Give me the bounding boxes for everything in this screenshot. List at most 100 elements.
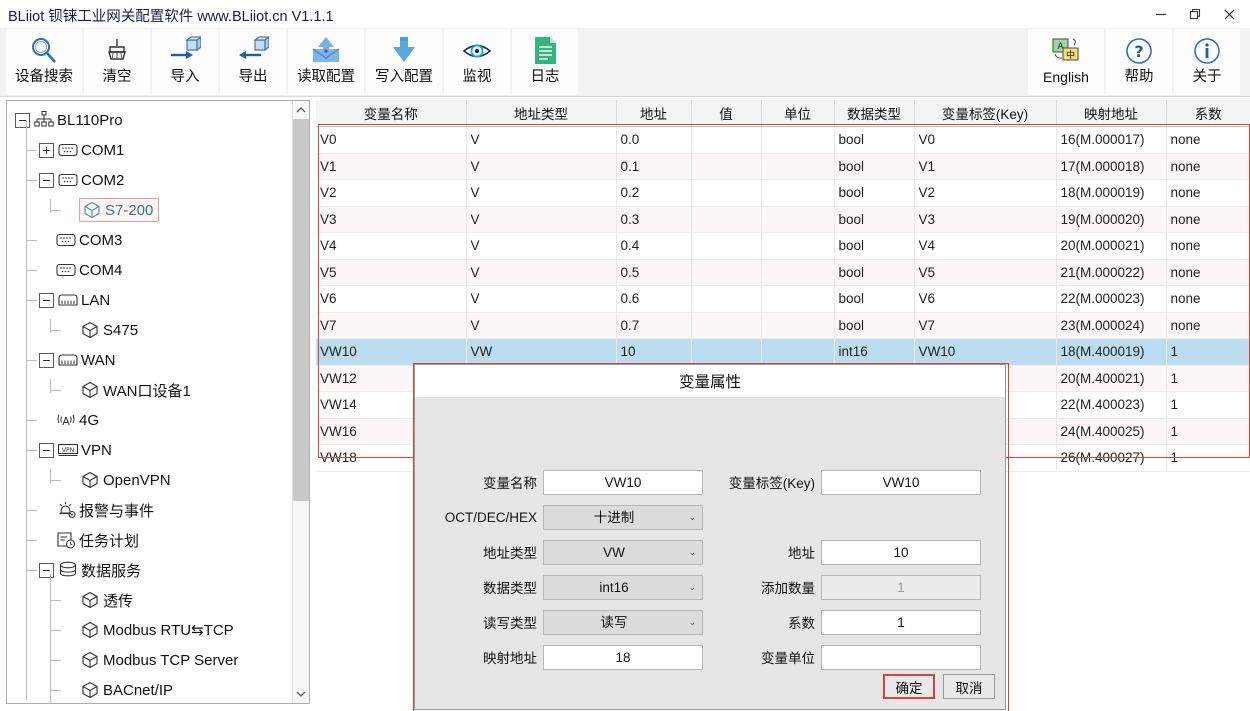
table-cell[interactable]: V1 bbox=[914, 153, 1057, 180]
table-column-header[interactable]: 值 bbox=[691, 100, 762, 127]
tree-item-content[interactable]: LAN bbox=[57, 291, 110, 309]
collapse-minus-icon[interactable]: − bbox=[39, 292, 54, 308]
table-cell[interactable]: 19(M.000020) bbox=[1056, 206, 1167, 233]
table-cell[interactable]: bool bbox=[834, 312, 915, 339]
table-cell[interactable]: V bbox=[466, 285, 617, 313]
var-key-input[interactable]: VW10 bbox=[821, 469, 981, 495]
table-cell[interactable]: 0.4 bbox=[616, 232, 692, 260]
table-cell[interactable]: none bbox=[1166, 126, 1250, 154]
table-cell[interactable] bbox=[691, 285, 762, 313]
table-cell[interactable]: bool bbox=[834, 206, 915, 233]
minimize-button[interactable] bbox=[1144, 0, 1178, 28]
tree-item-content[interactable]: COM4 bbox=[55, 261, 122, 279]
toolbar-button-write-config[interactable]: 写入配置 bbox=[366, 29, 442, 95]
scrollbar-thumb[interactable] bbox=[293, 119, 309, 501]
tree-item-content[interactable]: WAN bbox=[57, 351, 115, 369]
table-cell[interactable]: 0.2 bbox=[616, 179, 692, 207]
table-row[interactable]: VW10 VW 10 int16 VW10 18(M.400019) 1 bbox=[316, 338, 1250, 366]
table-column-header[interactable]: 变量标签(Key) bbox=[914, 100, 1057, 127]
table-row[interactable]: V4 V 0.4 bool V4 20(M.000021) none bbox=[316, 232, 1250, 260]
table-cell[interactable]: 0.0 bbox=[616, 126, 692, 154]
table-cell[interactable]: none bbox=[1166, 312, 1250, 339]
tree-item-content[interactable]: S475 bbox=[79, 321, 138, 339]
table-cell[interactable]: 1 bbox=[1166, 391, 1250, 419]
table-cell[interactable]: none bbox=[1166, 285, 1250, 313]
tree-item-com1[interactable]: + COM1 bbox=[7, 135, 295, 165]
tree-item-content[interactable]: COM2 bbox=[57, 171, 124, 189]
table-cell[interactable]: V bbox=[466, 153, 617, 180]
collapse-minus-icon[interactable]: − bbox=[15, 112, 30, 128]
table-cell[interactable]: none bbox=[1166, 206, 1250, 233]
table-cell[interactable]: 0.5 bbox=[616, 259, 692, 286]
table-cell[interactable]: 10 bbox=[616, 338, 692, 366]
collapse-minus-icon[interactable]: − bbox=[39, 562, 54, 578]
table-cell[interactable]: 1 bbox=[1166, 444, 1250, 472]
table-cell[interactable]: VW10 bbox=[914, 338, 1057, 366]
map-addr-input[interactable]: 18 bbox=[543, 644, 703, 670]
tree-vertical-scrollbar[interactable] bbox=[292, 101, 309, 703]
table-cell[interactable] bbox=[691, 312, 762, 339]
table-row[interactable]: V3 V 0.3 bool V3 19(M.000020) none bbox=[316, 206, 1250, 233]
add-count-input[interactable]: 1 bbox=[821, 574, 981, 600]
tree-item-content[interactable]: 透传 bbox=[79, 590, 133, 611]
table-cell[interactable] bbox=[691, 153, 762, 180]
table-cell[interactable]: 1 bbox=[1166, 338, 1250, 366]
table-cell[interactable] bbox=[761, 153, 835, 180]
ok-button[interactable]: 确定 bbox=[883, 674, 935, 699]
table-cell[interactable]: 0.7 bbox=[616, 312, 692, 339]
table-cell[interactable]: VW bbox=[466, 338, 617, 366]
table-cell[interactable]: int16 bbox=[834, 338, 915, 366]
table-cell[interactable]: none bbox=[1166, 179, 1250, 207]
table-cell[interactable] bbox=[691, 206, 762, 233]
tree-item-lan[interactable]: − LAN bbox=[7, 285, 295, 315]
tree-item-content[interactable]: 报警与事件 bbox=[55, 500, 154, 521]
table-cell[interactable]: V6 bbox=[914, 285, 1057, 313]
table-column-header[interactable]: 系数 bbox=[1166, 100, 1250, 127]
tree-item-content[interactable]: 任务计划 bbox=[55, 530, 139, 551]
tree-item-content[interactable]: WAN口设备1 bbox=[79, 380, 191, 401]
table-cell[interactable]: 16(M.000017) bbox=[1056, 126, 1167, 154]
table-cell[interactable] bbox=[691, 179, 762, 207]
table-column-header[interactable]: 单位 bbox=[761, 100, 835, 127]
coefficient-input[interactable]: 1 bbox=[821, 609, 981, 635]
address-input[interactable]: 10 bbox=[821, 539, 981, 565]
table-cell[interactable] bbox=[691, 232, 762, 260]
table-cell[interactable]: 17(M.000018) bbox=[1056, 153, 1167, 180]
tree-item-4g[interactable]: A 4G bbox=[7, 405, 295, 435]
table-cell[interactable]: 0.1 bbox=[616, 153, 692, 180]
table-cell[interactable]: none bbox=[1166, 232, 1250, 260]
tree-item-content[interactable]: OpenVPN bbox=[79, 471, 171, 489]
maximize-restore-button[interactable] bbox=[1178, 0, 1212, 28]
table-cell[interactable]: V5 bbox=[914, 259, 1057, 286]
table-cell[interactable]: none bbox=[1166, 153, 1250, 180]
table-cell[interactable]: V bbox=[466, 126, 617, 154]
table-cell[interactable]: V2 bbox=[914, 179, 1057, 207]
tree-item-content[interactable]: COM3 bbox=[55, 231, 122, 249]
table-cell[interactable]: bool bbox=[834, 259, 915, 286]
table-cell[interactable] bbox=[691, 126, 762, 154]
table-row[interactable]: V1 V 0.1 bool V1 17(M.000018) none bbox=[316, 153, 1250, 180]
toolbar-button-clear[interactable]: 清空 bbox=[84, 29, 150, 95]
toolbar-button-import[interactable]: 导入 bbox=[152, 29, 218, 95]
table-cell[interactable]: V bbox=[466, 232, 617, 260]
table-cell[interactable]: 0.3 bbox=[616, 206, 692, 233]
table-column-header[interactable]: 映射地址 bbox=[1056, 100, 1167, 127]
rw-type-select[interactable]: 读写 ⌄ bbox=[543, 609, 703, 635]
tree-item-content[interactable]: BL110Pro bbox=[33, 111, 123, 129]
addr-type-select[interactable]: VW ⌄ bbox=[543, 539, 703, 565]
tree-item-com3[interactable]: COM3 bbox=[7, 225, 295, 255]
tree-item-selected-wrapper[interactable]: S7-200 bbox=[79, 198, 160, 222]
tree-item-vpn[interactable]: − VPN VPN bbox=[7, 435, 295, 465]
table-cell[interactable]: 24(M.400025) bbox=[1056, 418, 1167, 445]
toolbar-button-device-search[interactable]: 设备搜索 bbox=[6, 29, 82, 95]
tree-item-content[interactable]: 数据服务 bbox=[57, 560, 141, 581]
var-name-input[interactable]: VW10 bbox=[543, 469, 703, 495]
tree-item-content[interactable]: COM1 bbox=[57, 141, 124, 159]
table-cell[interactable] bbox=[761, 338, 835, 366]
tree-item-content[interactable]: A 4G bbox=[55, 411, 99, 429]
table-cell[interactable]: bool bbox=[834, 232, 915, 260]
table-cell[interactable]: 21(M.000022) bbox=[1056, 259, 1167, 286]
table-cell[interactable] bbox=[761, 206, 835, 233]
table-cell[interactable]: V7 bbox=[316, 312, 467, 339]
table-cell[interactable]: bool bbox=[834, 153, 915, 180]
